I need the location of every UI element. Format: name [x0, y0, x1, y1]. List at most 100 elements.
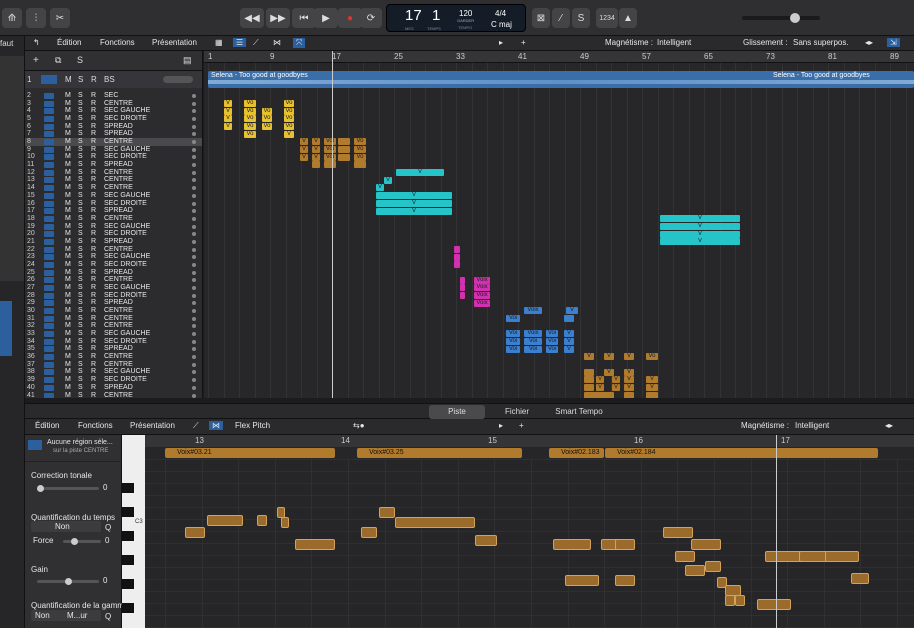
- mute-button[interactable]: M: [65, 169, 71, 177]
- track-activity-dot[interactable]: [192, 163, 196, 168]
- audio-region[interactable]: Voix: [524, 330, 542, 338]
- mute-button[interactable]: M: [65, 153, 71, 161]
- audio-region[interactable]: V: [284, 130, 294, 138]
- forward-button[interactable]: ▶▶: [266, 8, 290, 28]
- track-activity-dot[interactable]: [192, 170, 196, 175]
- audio-region[interactable]: Voix: [524, 307, 542, 315]
- play-button[interactable]: ▶: [314, 8, 338, 28]
- master-track-header[interactable]: 1 M S R BS: [25, 71, 202, 88]
- track-activity-dot[interactable]: [192, 186, 196, 191]
- pointer-tool-icon[interactable]: ▸: [499, 38, 503, 47]
- track-header[interactable]: 35 M S R SPREAD: [25, 345, 202, 353]
- audio-region[interactable]: Voi: [324, 138, 336, 146]
- track-activity-dot[interactable]: [192, 140, 196, 145]
- record-enable-button[interactable]: R: [91, 338, 96, 346]
- link-icon[interactable]: ⇆●: [353, 421, 365, 430]
- mute-button[interactable]: M: [65, 115, 71, 123]
- solo-button[interactable]: S: [78, 384, 83, 392]
- track-header[interactable]: 25 M S R SPREAD: [25, 269, 202, 277]
- track-header[interactable]: 18 M S R CENTRE: [25, 215, 202, 223]
- track-header[interactable]: 39 M S R SEC DROITE: [25, 376, 202, 384]
- track-header[interactable]: 37 M S R CENTRE: [25, 361, 202, 369]
- gain-slider[interactable]: [37, 578, 99, 585]
- track-activity-dot[interactable]: [192, 270, 196, 275]
- track-activity-dot[interactable]: [192, 193, 196, 198]
- mute-button[interactable]: M: [65, 376, 71, 384]
- solo-icon[interactable]: S: [572, 8, 590, 28]
- mute-button[interactable]: M: [65, 130, 71, 138]
- track-header[interactable]: 8 M S R CENTRE: [25, 138, 202, 146]
- solo-button[interactable]: S: [78, 392, 83, 398]
- flex-icon[interactable]: ⋈: [273, 38, 281, 47]
- track-header[interactable]: 36 M S R CENTRE: [25, 353, 202, 361]
- audio-region[interactable]: Voi: [546, 338, 558, 346]
- track-activity-dot[interactable]: [192, 339, 196, 344]
- solo-button[interactable]: S: [78, 207, 83, 215]
- track-header[interactable]: 6 M S R SPREAD: [25, 123, 202, 131]
- mute-button[interactable]: M: [65, 253, 71, 261]
- mute-button[interactable]: M: [65, 276, 71, 284]
- track-header[interactable]: 33 M S R SEC GAUCHE: [25, 330, 202, 338]
- audio-region[interactable]: [584, 391, 614, 398]
- audio-region[interactable]: V: [312, 153, 320, 161]
- track-activity-dot[interactable]: [192, 301, 196, 306]
- audio-region[interactable]: [338, 146, 350, 154]
- pitch-note[interactable]: [725, 595, 735, 606]
- audio-region[interactable]: [646, 391, 658, 398]
- mute-button[interactable]: M: [65, 315, 71, 323]
- record-enable-button[interactable]: R: [91, 246, 96, 254]
- solo-button[interactable]: S: [78, 292, 83, 300]
- pitch-note[interactable]: [257, 515, 267, 526]
- pitch-note[interactable]: [395, 517, 475, 528]
- audio-region[interactable]: [324, 161, 336, 169]
- pitch-note[interactable]: [825, 551, 859, 562]
- solo-button[interactable]: S: [78, 238, 83, 246]
- audio-region[interactable]: Vo: [262, 123, 272, 131]
- track-activity-dot[interactable]: [192, 385, 196, 390]
- solo-button[interactable]: S: [78, 276, 83, 284]
- grid-icon[interactable]: ▦: [215, 38, 223, 47]
- audio-region[interactable]: Vo: [244, 123, 256, 131]
- pitch-note[interactable]: [553, 539, 591, 550]
- record-enable-button[interactable]: R: [91, 253, 96, 261]
- record-enable-button[interactable]: R: [91, 376, 96, 384]
- tab-smart-tempo[interactable]: Smart Tempo: [549, 405, 609, 419]
- audio-region[interactable]: Voi: [546, 345, 558, 353]
- arrange-area[interactable]: 1 9 17 25 33 41 49 57 65 73 81 89 Selena - Too good…: [204, 51, 914, 398]
- solo-button[interactable]: S: [78, 330, 83, 338]
- track-header[interactable]: 10 M S R SEC DROITE: [25, 153, 202, 161]
- flex-mode-select[interactable]: Flex Pitch: [235, 421, 270, 430]
- track-activity-dot[interactable]: [192, 393, 196, 398]
- track-activity-dot[interactable]: [192, 201, 196, 206]
- mute-button[interactable]: M: [65, 184, 71, 192]
- solo-button[interactable]: S: [78, 75, 83, 84]
- audio-region[interactable]: V: [396, 169, 444, 177]
- mute-button[interactable]: M: [65, 338, 71, 346]
- audio-region[interactable]: V: [224, 99, 232, 107]
- record-enable-button[interactable]: R: [91, 276, 96, 284]
- record-enable-button[interactable]: R: [91, 330, 96, 338]
- audio-region[interactable]: Vo: [284, 115, 294, 123]
- audio-region[interactable]: V: [564, 338, 574, 346]
- track-activity-dot[interactable]: [192, 347, 196, 352]
- mute-button[interactable]: M: [65, 200, 71, 208]
- mute-button[interactable]: M: [65, 353, 71, 361]
- record-enable-button[interactable]: R: [91, 392, 96, 398]
- tuner-icon[interactable]: ⟰: [2, 8, 22, 28]
- audio-region[interactable]: V: [596, 376, 604, 384]
- solo-button[interactable]: S: [78, 368, 83, 376]
- master-region[interactable]: Selena - Too good at goodbyes Selena - T…: [208, 71, 914, 88]
- audio-region[interactable]: Vo: [284, 123, 294, 131]
- audio-region[interactable]: V: [312, 146, 320, 154]
- record-enable-button[interactable]: R: [91, 223, 96, 231]
- audio-region[interactable]: Vo: [284, 99, 294, 107]
- record-enable-button[interactable]: R: [91, 384, 96, 392]
- track-activity-dot[interactable]: [192, 255, 196, 260]
- record-enable-button[interactable]: R: [91, 130, 96, 138]
- pitch-note[interactable]: [757, 599, 791, 610]
- go-to-start-button[interactable]: ⏮: [292, 8, 316, 28]
- mute-button[interactable]: M: [65, 384, 71, 392]
- record-enable-button[interactable]: R: [91, 353, 96, 361]
- mute-button[interactable]: M: [65, 192, 71, 200]
- audio-region[interactable]: [454, 253, 460, 261]
